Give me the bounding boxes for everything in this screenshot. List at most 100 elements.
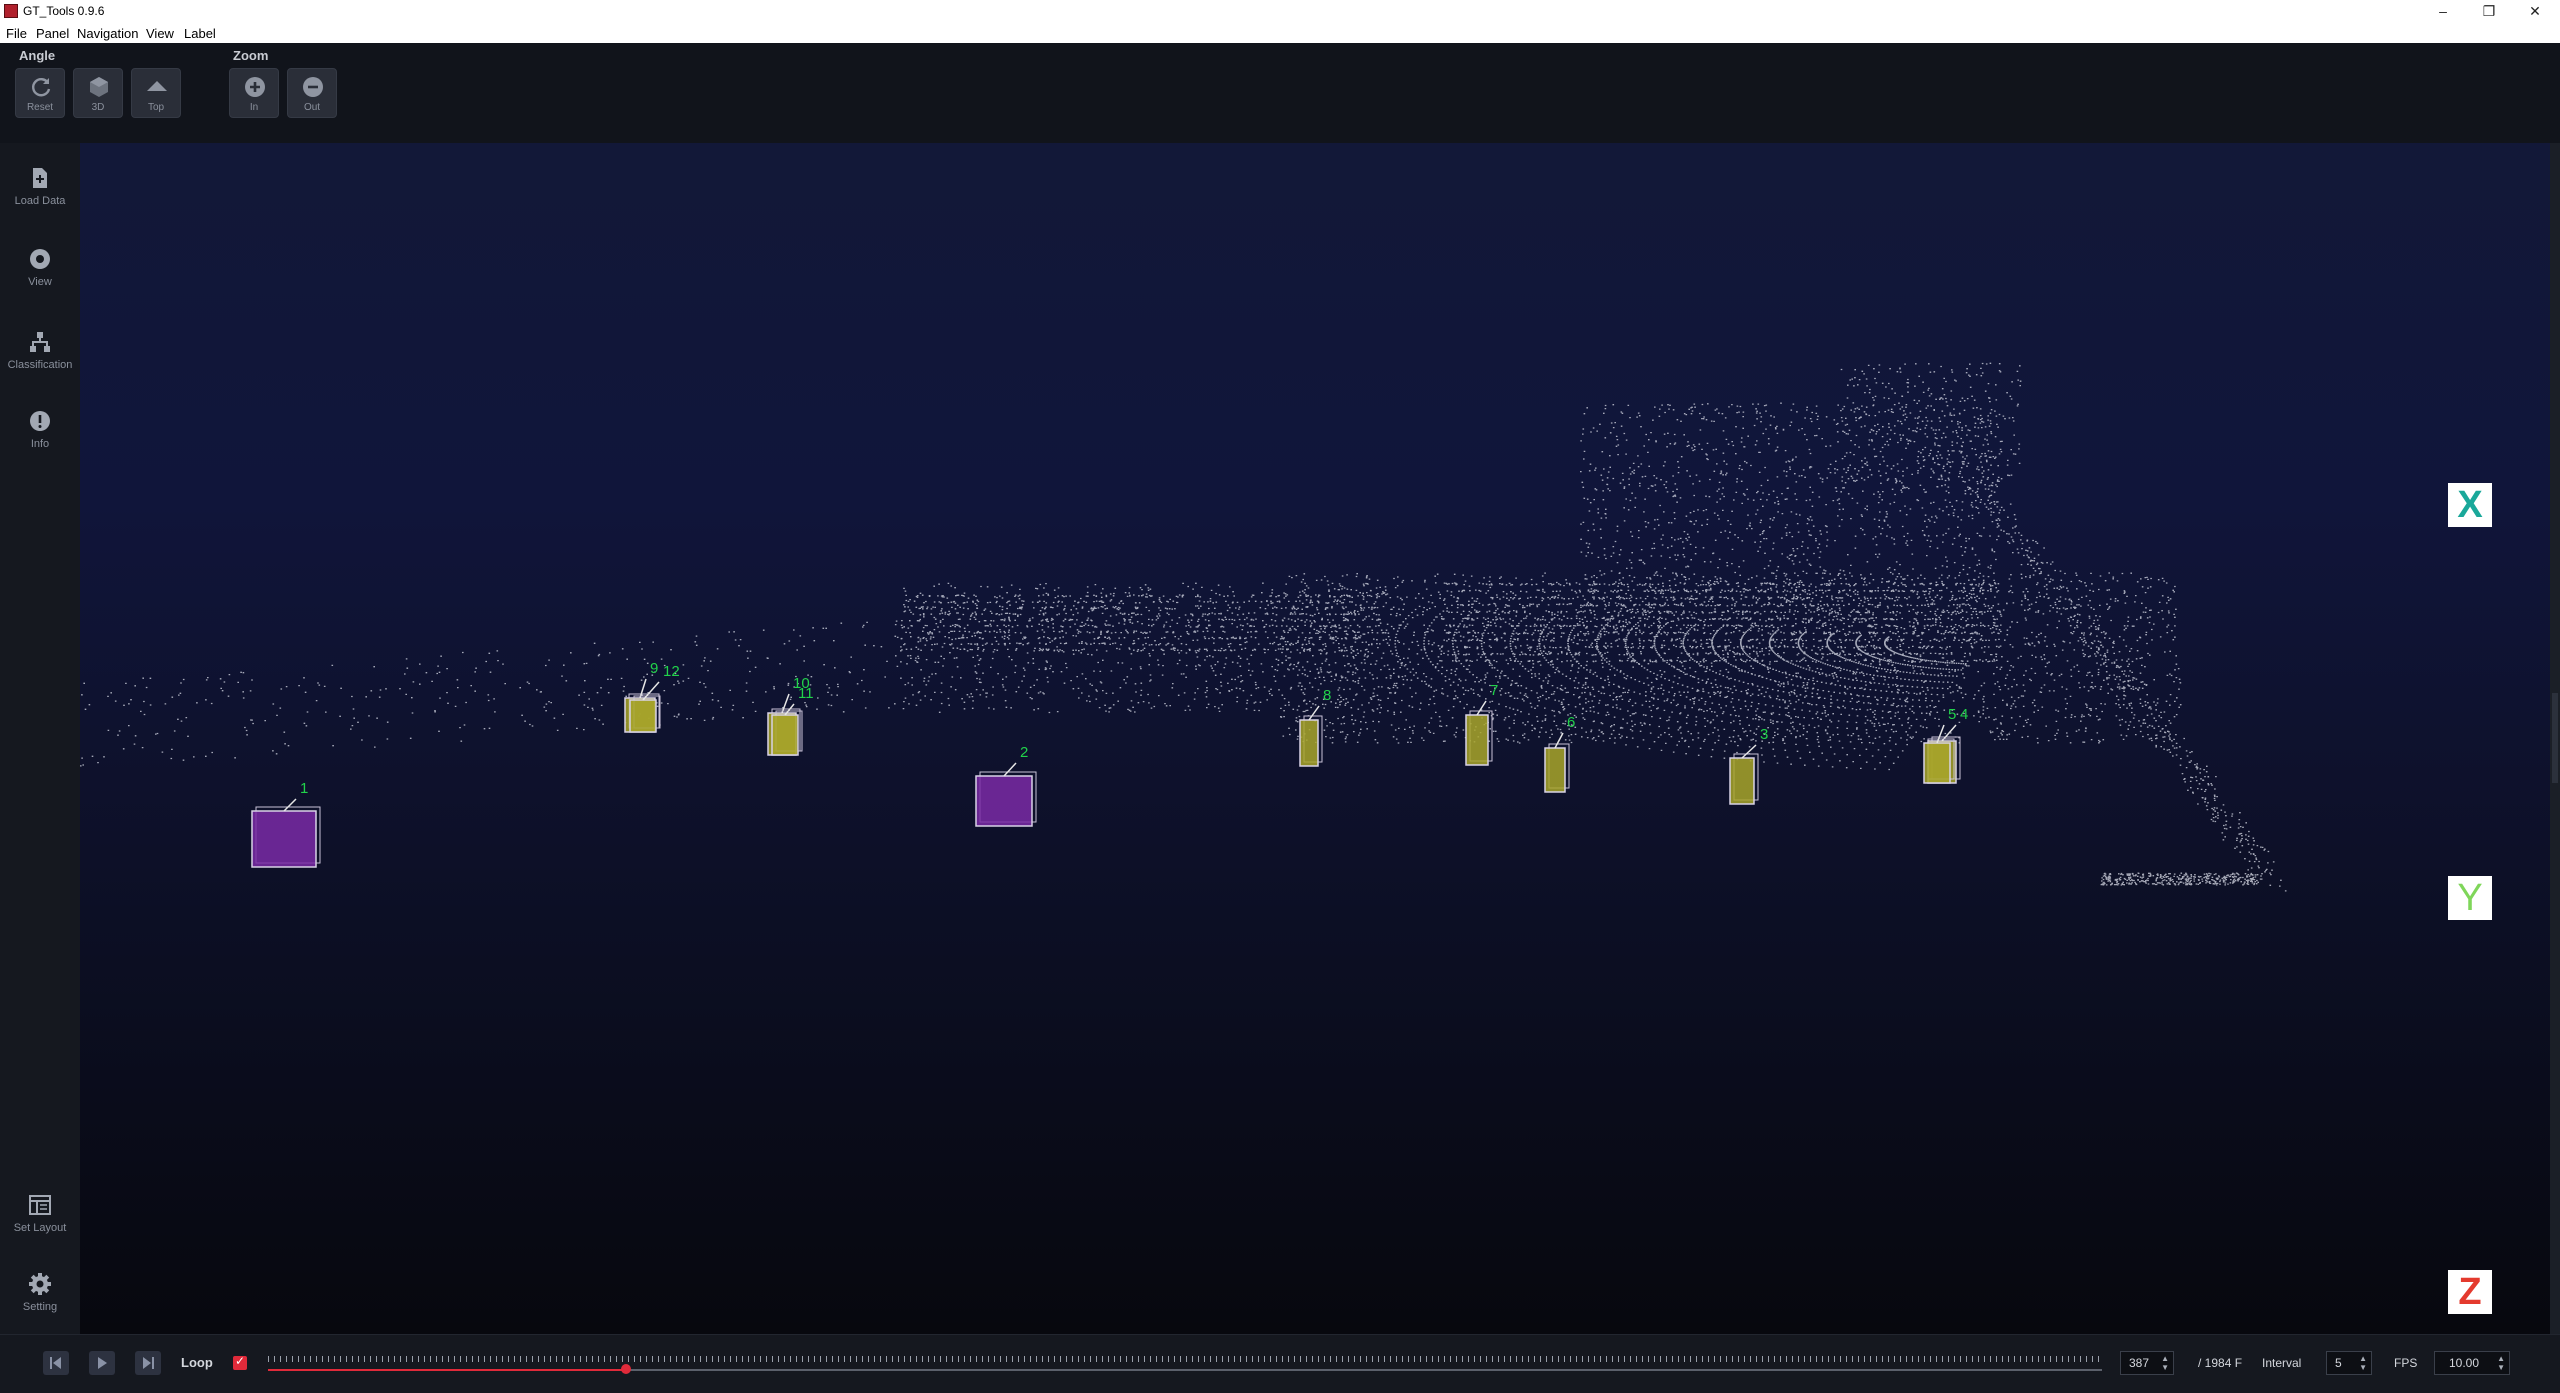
bounding-box-2[interactable]: 2 xyxy=(975,744,1037,827)
zoom-out-label: Out xyxy=(303,102,321,113)
timeline-ticks xyxy=(268,1356,2102,1362)
spin-arrows-icon[interactable]: ▲ ▼ xyxy=(2161,1354,2169,1372)
menu-bar: File Panel Navigation View Label xyxy=(0,23,2560,44)
bounding-box-front-face xyxy=(1299,719,1319,767)
sidebar-item-label: Setting xyxy=(22,1301,58,1313)
object-id-label: 8 xyxy=(1323,687,1331,704)
menu-panel[interactable]: Panel xyxy=(36,26,69,41)
menu-navigation[interactable]: Navigation xyxy=(77,26,138,41)
title-bar: GT_Tools 0.9.6 – ❐ ✕ xyxy=(0,0,2560,23)
3d-view-button[interactable]: 3D xyxy=(73,68,123,118)
object-id-label: 7 xyxy=(1490,682,1498,699)
sidebar-item-label: Set Layout xyxy=(13,1222,67,1234)
bounding-box-3[interactable]: 3 xyxy=(1729,726,1768,805)
play-icon xyxy=(98,1357,107,1369)
timeline-slider[interactable] xyxy=(268,1353,2102,1377)
axis-z-button[interactable]: Z xyxy=(2448,1270,2492,1314)
total-frames: / 1984 F xyxy=(2198,1356,2243,1370)
sidebar-item-view[interactable]: View xyxy=(0,239,80,309)
reset-button[interactable]: Reset xyxy=(15,68,65,118)
interval-label: Interval xyxy=(2262,1356,2302,1370)
layout-icon xyxy=(29,1195,51,1215)
menu-label[interactable]: Label xyxy=(184,26,216,41)
timeline-handle[interactable] xyxy=(620,1364,631,1374)
spin-arrows-icon[interactable]: ▲ ▼ xyxy=(2359,1354,2367,1372)
interval-value: 5 xyxy=(2335,1356,2342,1370)
axis-x-button[interactable]: X xyxy=(2448,483,2492,527)
top-label: Top xyxy=(147,102,165,113)
next-frame-button[interactable] xyxy=(135,1351,161,1375)
point-cloud xyxy=(80,362,2287,892)
zoom-out-icon xyxy=(303,77,323,97)
bounding-box-heading-line xyxy=(283,798,297,812)
minimize-button[interactable]: – xyxy=(2420,0,2466,23)
sidebar-item-classification[interactable]: Classification xyxy=(0,322,80,392)
close-button[interactable]: ✕ xyxy=(2512,0,2558,23)
point-cloud-viewport[interactable]: 1 2 3 4 5 6 7 8 9 10 11 12 X Y Z xyxy=(80,143,2550,1334)
bounding-box-front-face xyxy=(1544,747,1566,793)
sidebar-item-label: Load Data xyxy=(14,195,66,207)
step-back-icon xyxy=(50,1357,61,1369)
bounding-box-11[interactable]: 11 xyxy=(771,685,814,756)
sidebar-item-setting[interactable]: Setting xyxy=(0,1264,80,1334)
bounding-box-front-face xyxy=(975,775,1033,827)
object-id-label: 4 xyxy=(1960,706,1968,723)
reset-label: Reset xyxy=(26,102,54,113)
axis-y-label: Y xyxy=(2457,877,2483,919)
object-id-label: 2 xyxy=(1020,744,1028,761)
bounding-box-front-face xyxy=(251,810,317,868)
zoom-in-icon xyxy=(245,77,265,97)
3d-label: 3D xyxy=(91,102,105,113)
object-id-label: 1 xyxy=(300,780,308,797)
axis-y-button[interactable]: Y xyxy=(2448,876,2492,920)
axis-z-label: Z xyxy=(2458,1271,2482,1313)
loop-label: Loop xyxy=(181,1355,213,1370)
current-frame-spinbox[interactable]: 387 ▲ ▼ xyxy=(2120,1351,2174,1375)
point-cloud-points xyxy=(80,362,2287,892)
bounding-box-heading-line xyxy=(1003,762,1017,777)
bounding-box-heading-line xyxy=(1476,700,1487,716)
sidebar-item-load-data[interactable]: Load Data xyxy=(0,158,80,228)
play-button[interactable] xyxy=(89,1351,115,1375)
fps-spinbox[interactable]: 10.00 ▲ ▼ xyxy=(2434,1351,2510,1375)
point-cloud-canvas[interactable]: 123456789101112 xyxy=(80,143,2550,1334)
sidebar-item-label: Info xyxy=(30,438,50,450)
panel-grip[interactable] xyxy=(2552,693,2558,783)
hierarchy-icon xyxy=(30,332,50,352)
zoom-out-button[interactable]: Out xyxy=(287,68,337,118)
app-logo-icon xyxy=(4,4,18,18)
gear-icon xyxy=(29,1273,51,1295)
interval-spinbox[interactable]: 5 ▲ ▼ xyxy=(2326,1351,2372,1375)
top-view-button[interactable]: Top xyxy=(131,68,181,118)
bounding-box-front-face xyxy=(629,699,657,733)
sidebar-item-info[interactable]: Info xyxy=(0,401,80,471)
fps-value: 10.00 xyxy=(2449,1356,2480,1370)
bounding-box-heading-line xyxy=(639,678,647,699)
menu-file[interactable]: File xyxy=(6,26,27,41)
previous-frame-button[interactable] xyxy=(43,1351,69,1375)
eye-icon xyxy=(30,249,50,269)
maximize-button[interactable]: ❐ xyxy=(2466,0,2512,23)
playback-bar: Loop 387 ▲▼ / 1984 F Interval 5 ▲▼ FPS 1… xyxy=(0,1334,2560,1393)
bounding-box-front-face xyxy=(1729,757,1755,805)
window-title: GT_Tools 0.9.6 xyxy=(23,4,105,18)
zoom-in-button[interactable]: In xyxy=(229,68,279,118)
object-id-label: 3 xyxy=(1760,726,1768,743)
current-frame-value: 387 xyxy=(2129,1356,2150,1370)
bounding-box-6[interactable]: 6 xyxy=(1544,714,1575,793)
loop-checkbox[interactable] xyxy=(233,1354,247,1370)
right-panel-handle[interactable] xyxy=(2550,143,2560,1334)
object-id-label: 5 xyxy=(1948,706,1956,723)
angle-group-label: Angle xyxy=(19,48,56,63)
file-icon xyxy=(33,168,47,188)
menu-view[interactable]: View xyxy=(146,26,174,41)
bounding-box-7[interactable]: 7 xyxy=(1465,682,1498,766)
sidebar-item-set-layout[interactable]: Set Layout xyxy=(0,1185,80,1255)
bounding-boxes: 123456789101112 xyxy=(251,660,1968,868)
object-id-label: 12 xyxy=(663,663,680,680)
object-id-label: 6 xyxy=(1567,714,1575,731)
spin-arrows-icon[interactable]: ▲ ▼ xyxy=(2497,1354,2505,1372)
bounding-box-heading-line xyxy=(781,693,790,714)
bounding-box-1[interactable]: 1 xyxy=(251,780,321,868)
bounding-box-front-face xyxy=(1923,742,1951,784)
